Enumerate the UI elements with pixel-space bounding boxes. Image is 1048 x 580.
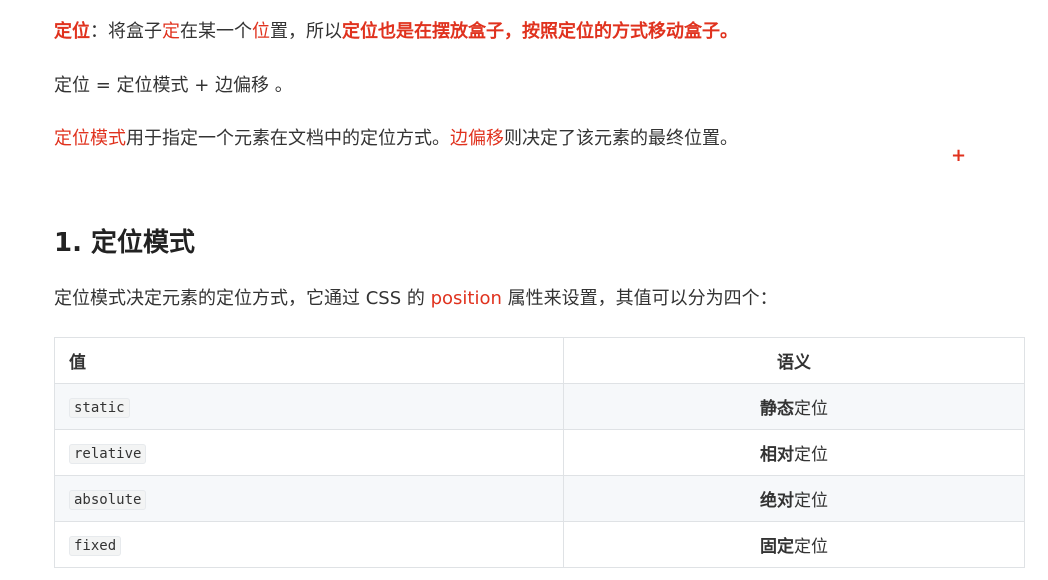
definition-paragraph: 定位模式用于指定一个元素在文档中的定位方式。边偏移则决定了该元素的最终位置。 [54, 125, 738, 153]
text-segment: 则决定了该元素的最终位置。 [504, 128, 738, 149]
value-cell: static [54, 383, 564, 430]
text-segment: 置，所以 [270, 21, 342, 42]
code-value: static [69, 397, 130, 418]
term-edge-offset: 边偏移 [450, 128, 504, 149]
position-keyword: position [430, 288, 502, 309]
value-cell: absolute [54, 475, 564, 522]
semantics-bold: 固定 [760, 537, 794, 557]
semantics-cell: 绝对定位 [563, 475, 1025, 522]
term-position-mode: 定位模式 [54, 128, 126, 149]
table-row: static 静态定位 [54, 383, 1025, 430]
code-value: relative [69, 443, 147, 464]
code-value: fixed [69, 535, 122, 556]
semantics-bold: 相对 [760, 445, 794, 465]
text-segment: 用于指定一个元素在文档中的定位方式。 [126, 128, 450, 149]
text-segment: 在某一个 [180, 21, 252, 42]
semantics-rest: 定位 [794, 399, 828, 419]
semantics-cell: 相对定位 [563, 429, 1025, 476]
emphasis-sentence: 定位也是在摆放盒子，按照定位的方式移动盒子。 [342, 21, 738, 42]
intro-paragraph: 定位：将盒子定在某一个位置，所以定位也是在摆放盒子，按照定位的方式移动盒子。 [54, 18, 738, 46]
crosshair-cursor-icon: + [951, 145, 967, 166]
text-segment: 定位模式决定元素的定位方式，它通过 CSS 的 [54, 288, 431, 309]
position-modes-table: 值 语义 static 静态定位 relative 相对定位 absolute … [54, 337, 1025, 568]
semantics-rest: 定位 [794, 491, 828, 511]
value-cell: relative [54, 429, 564, 476]
table-header-row: 值 语义 [54, 337, 1025, 384]
highlight-char: 定 [162, 21, 180, 42]
highlight-char: 位 [252, 21, 270, 42]
text-segment: ：将盒子 [90, 21, 162, 42]
semantics-rest: 定位 [794, 537, 828, 557]
semantics-rest: 定位 [794, 445, 828, 465]
semantics-bold: 绝对 [760, 491, 794, 511]
table-row: absolute 绝对定位 [54, 475, 1025, 522]
table-row: fixed 固定定位 [54, 521, 1025, 568]
column-header-value: 值 [54, 337, 564, 384]
formula-paragraph: 定位 = 定位模式 + 边偏移 。 [54, 75, 293, 96]
text-segment: 属性来设置，其值可以分为四个： [501, 288, 778, 309]
section-heading: 1. 定位模式 [54, 228, 196, 258]
term-positioning: 定位 [54, 21, 90, 42]
position-description: 定位模式决定元素的定位方式，它通过 CSS 的 position 属性来设置，其… [54, 285, 778, 313]
column-header-semantics: 语义 [563, 337, 1025, 384]
value-cell: fixed [54, 521, 564, 568]
table-row: relative 相对定位 [54, 429, 1025, 476]
semantics-cell: 静态定位 [563, 383, 1025, 430]
code-value: absolute [69, 489, 147, 510]
semantics-bold: 静态 [760, 399, 794, 419]
semantics-cell: 固定定位 [563, 521, 1025, 568]
